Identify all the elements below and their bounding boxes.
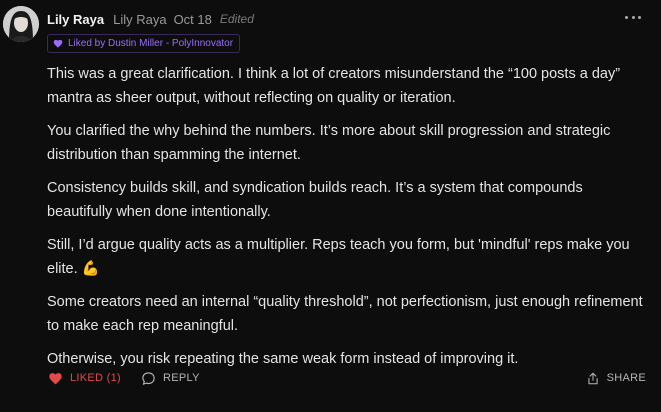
flexed-biceps-icon: 💪 xyxy=(81,261,100,277)
comment-paragraph: Some creators need an internal “quality … xyxy=(47,294,643,334)
comment-paragraph: Consistency builds skill, and syndicatio… xyxy=(47,180,583,220)
like-button[interactable]: LIKED (1) xyxy=(48,372,121,385)
comment-body: This was a great clarification. I think … xyxy=(47,62,647,380)
comment-paragraph-with-emoji: Still, I’d argue quality acts as a multi… xyxy=(47,233,647,281)
heart-icon xyxy=(49,372,62,384)
more-options-button[interactable] xyxy=(625,10,641,24)
share-label: SHARE xyxy=(606,372,646,384)
comment-paragraph: This was a great clarification. I think … xyxy=(47,66,621,106)
avatar[interactable] xyxy=(3,6,39,42)
edited-label: Edited xyxy=(219,12,254,26)
more-dot xyxy=(638,15,641,19)
reply-label: REPLY xyxy=(163,372,200,384)
comment-header: Lily Raya Lily Raya Oct 18 Edited xyxy=(47,11,254,27)
more-dot xyxy=(631,15,635,19)
more-dot xyxy=(625,15,628,19)
reply-button[interactable]: REPLY xyxy=(141,371,200,386)
comment-paragraph: You clarified the why behind the numbers… xyxy=(47,123,611,163)
author-handle[interactable]: Lily Raya xyxy=(113,12,166,27)
comment-actions: LIKED (1) REPLY SHARE xyxy=(48,369,646,387)
author-name[interactable]: Lily Raya xyxy=(47,12,104,27)
liked-by-text: Liked by Dustin Miller - PolyInnovator xyxy=(68,38,234,49)
comment-bubble-icon xyxy=(142,371,155,385)
user-avatar-icon xyxy=(3,6,39,42)
heart-icon xyxy=(53,39,63,48)
comment-paragraph: Otherwise, you risk repeating the same w… xyxy=(47,351,519,367)
share-icon xyxy=(587,372,598,384)
like-label: LIKED (1) xyxy=(70,372,121,384)
share-button[interactable]: SHARE xyxy=(586,371,646,386)
comment-paragraph-text: Still, I’d argue quality acts as a multi… xyxy=(47,237,630,277)
liked-by-badge: Liked by Dustin Miller - PolyInnovator xyxy=(47,34,241,53)
post-date[interactable]: Oct 18 xyxy=(174,12,212,27)
